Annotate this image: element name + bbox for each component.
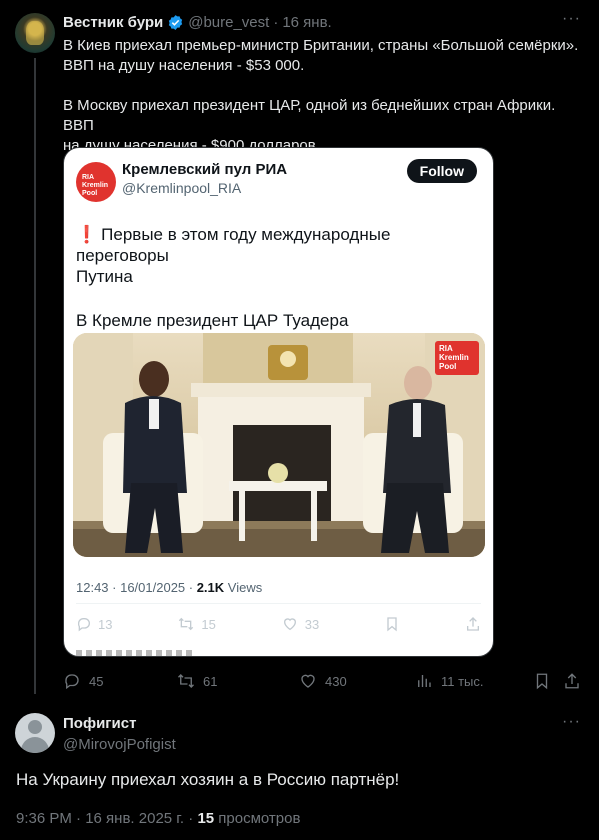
reply-text: На Украину приехал хозяин а в Россию пар…	[16, 770, 400, 789]
views-chart-icon	[418, 675, 431, 687]
quoted-text-line: В Кремле президент ЦАР Туадера	[76, 311, 349, 330]
quoted-action-bar: 13 15 33	[76, 614, 481, 634]
quoted-views-label: Views	[224, 580, 263, 595]
exclamation-icon: ❗	[76, 225, 98, 244]
reply-count: 45	[89, 673, 104, 689]
reply-author-name[interactable]: Пофигист	[63, 715, 136, 732]
follow-button[interactable]: Follow	[406, 159, 477, 183]
quoted-like-count: 33	[304, 616, 320, 632]
reply-icon	[65, 674, 79, 690]
repost-button[interactable]: 61	[177, 671, 217, 691]
tweet-text: В Киев приехал премьер-министр Британии,…	[63, 36, 583, 156]
quoted-share-button[interactable]	[465, 616, 481, 632]
reply-tweet[interactable]: Пофигист @MirovojPofigist ··· На Украину…	[0, 701, 599, 840]
default-avatar[interactable]	[15, 713, 55, 753]
reply-views-label: просмотров	[214, 810, 301, 827]
tweet-text-line: В Киев приехал премьер-министр Британии,…	[63, 37, 579, 54]
quoted-repost-button[interactable]: 15	[177, 616, 216, 632]
author-name[interactable]: Вестник бури	[63, 14, 163, 31]
reply-meta: 9:36 PM · 16 янв. 2025 г. · 15 просмотро…	[16, 810, 300, 827]
like-count: 430	[325, 673, 347, 689]
tweet-header: Вестник бури @bure_vest · 16 янв.	[63, 12, 332, 32]
author-avatar[interactable]	[15, 13, 55, 53]
quoted-views-count: 2.1K	[196, 580, 225, 595]
tweet-text-line	[63, 76, 583, 96]
tweet-action-bar: 45 61 430 11 тыс.	[63, 671, 583, 691]
divider	[76, 603, 481, 604]
reply-timestamp[interactable]: 9:36 PM · 16 янв. 2025 г. ·	[16, 810, 197, 827]
tweet-date[interactable]: 16 янв.	[282, 14, 331, 31]
more-options-icon[interactable]: ···	[562, 10, 581, 28]
quoted-author-handle[interactable]: @Kremlinpool_RIA	[122, 180, 241, 196]
cropped-content-edge	[76, 650, 196, 656]
reply-views-count: 15	[197, 810, 215, 827]
meta-separator: ·	[273, 13, 279, 31]
bookmark-button[interactable]	[533, 671, 551, 691]
meeting-photo-illustration: RIA Kremlin Pool	[73, 333, 485, 557]
quoted-author-name[interactable]: Кремлевский пул РИА	[122, 161, 287, 178]
views-button[interactable]: 11 тыс.	[415, 671, 484, 691]
quoted-repost-count: 15	[201, 616, 216, 632]
bookmark-icon	[536, 673, 548, 690]
share-button[interactable]	[563, 671, 581, 691]
quoted-reply-button[interactable]: 13	[76, 616, 112, 632]
reply-icon	[77, 618, 90, 632]
quoted-time[interactable]: 12:43 · 16/01/2025 ·	[76, 580, 197, 595]
quoted-bookmark-button[interactable]	[384, 616, 400, 632]
repost-icon	[179, 617, 194, 631]
thread-line	[34, 58, 36, 694]
bookmark-icon	[387, 617, 397, 632]
svg-text:Kremlin: Kremlin	[439, 353, 469, 362]
reply-button[interactable]: 45	[63, 671, 103, 691]
tweet-text-line: В Москву приехал президент ЦАР, одной из…	[63, 97, 556, 134]
meeting-photo[interactable]: RIA Kremlin Pool	[73, 333, 485, 557]
repost-count: 61	[203, 673, 218, 689]
heart-icon	[283, 618, 296, 631]
author-handle[interactable]: @bure_vest	[188, 14, 269, 31]
tweet-text-line: ВВП на душу населения - $53 000.	[63, 57, 305, 74]
ria-kremlin-pool-avatar[interactable]: RIA Kremlin Pool	[76, 162, 116, 202]
verified-badge-icon	[169, 14, 183, 30]
quoted-tweet-card[interactable]: RIA Kremlin Pool Кремлевский пул РИА @Krem…	[63, 147, 494, 657]
quoted-reply-count: 13	[98, 616, 113, 632]
reply-author-handle[interactable]: @MirovojPofigist	[63, 736, 176, 753]
photo-watermark-text: RIA	[439, 344, 453, 353]
heart-icon	[301, 674, 315, 688]
quoted-text-line: Путина	[76, 267, 133, 286]
share-icon	[466, 617, 479, 631]
views-count: 11 тыс.	[441, 673, 484, 689]
quoted-text-line: Первые в этом году международные перегов…	[76, 225, 391, 265]
quoted-like-button[interactable]: 33	[281, 616, 319, 632]
repost-icon	[178, 674, 194, 688]
main-tweet[interactable]: Вестник бури @bure_vest · 16 янв. ··· В …	[0, 0, 599, 701]
like-button[interactable]: 430	[299, 671, 347, 691]
svg-text:Pool: Pool	[439, 362, 456, 371]
share-icon	[565, 673, 579, 689]
quoted-tweet-text: ❗ Первые в этом году международные перего…	[76, 224, 486, 332]
quoted-tweet-meta: 12:43 · 16/01/2025 · 2.1K Views	[76, 580, 262, 595]
more-options-icon[interactable]: ···	[562, 713, 581, 731]
